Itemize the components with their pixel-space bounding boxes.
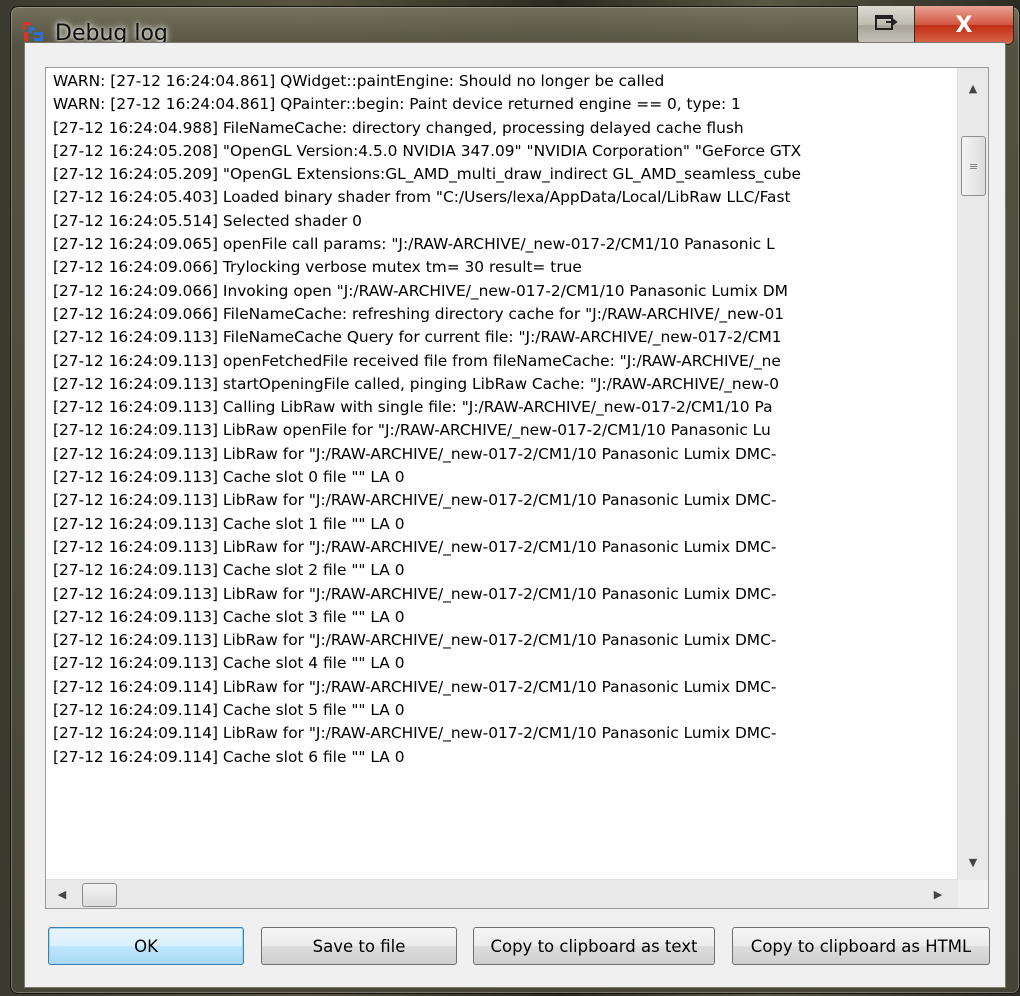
horizontal-scrollbar[interactable]: ◀ ▶ [46,879,958,908]
log-line: [27-12 16:24:09.114] Cache slot 6 file "… [53,747,405,766]
log-line: [27-12 16:24:09.066] Trylocking verbose … [53,258,582,277]
grip-icon: ≡ [968,159,979,173]
log-line: [27-12 16:24:09.113] LibRaw for "J:/RAW-… [53,584,777,603]
scroll-up-arrow-icon[interactable]: ▲ [958,74,988,102]
vertical-scrollbar[interactable]: ▲ ≡ ▼ [957,68,988,880]
log-line: [27-12 16:24:09.113] Cache slot 2 file "… [53,561,405,580]
scroll-left-arrow-icon[interactable]: ◀ [48,880,76,908]
log-line: [27-12 16:24:09.066] FileNameCache: refr… [53,304,785,323]
close-icon: X [955,12,973,38]
restore-window-icon [874,14,898,36]
dialog-client-area: WARN: [27-12 16:24:04.861] QWidget::pain… [24,42,1006,988]
horizontal-scroll-thumb[interactable] [82,883,117,907]
scroll-right-arrow-icon[interactable]: ▶ [924,880,952,908]
log-line: [27-12 16:24:09.114] Cache slot 5 file "… [53,701,405,720]
log-line: [27-12 16:24:05.514] Selected shader 0 [53,211,362,230]
log-line: [27-12 16:24:09.113] Cache slot 0 file "… [53,468,405,487]
log-line: [27-12 16:24:09.113] LibRaw openFile for… [53,421,771,440]
log-line: [27-12 16:24:09.114] LibRaw for "J:/RAW-… [53,724,777,743]
copy-as-text-button[interactable]: Copy to clipboard as text [473,927,715,965]
log-text-area[interactable]: WARN: [27-12 16:24:04.861] QWidget::pain… [45,67,989,909]
log-line: [27-12 16:24:09.113] FileNameCache Query… [53,328,782,347]
log-line: [27-12 16:24:09.113] Calling LibRaw with… [53,398,773,417]
log-line: [27-12 16:24:05.403] Loaded binary shade… [53,188,791,207]
save-to-file-button[interactable]: Save to file [261,927,457,965]
log-line: [27-12 16:24:09.114] LibRaw for "J:/RAW-… [53,677,777,696]
log-line: [27-12 16:24:09.113] LibRaw for "J:/RAW-… [53,631,777,650]
log-lines[interactable]: WARN: [27-12 16:24:04.861] QWidget::pain… [46,68,958,880]
scroll-down-arrow-icon[interactable]: ▼ [958,848,988,876]
log-line: [27-12 16:24:05.208] "OpenGL Version:4.5… [53,141,802,160]
app-logo-icon[interactable] [21,19,45,43]
log-line: WARN: [27-12 16:24:04.861] QWidget::pain… [53,72,665,90]
log-line: [27-12 16:24:09.113] startOpeningFile ca… [53,374,780,393]
log-line: [27-12 16:24:09.113] Cache slot 3 file "… [53,607,405,626]
log-line: WARN: [27-12 16:24:04.861] QPainter::beg… [53,95,741,114]
scrollbar-corner [958,880,988,908]
log-line: [27-12 16:24:09.065] openFile call param… [53,235,775,254]
log-line: [27-12 16:24:09.113] Cache slot 1 file "… [53,514,405,533]
log-line: [27-12 16:24:09.113] Cache slot 4 file "… [53,654,405,673]
restore-button[interactable] [857,6,915,45]
log-line: [27-12 16:24:04.988] FileNameCache: dire… [53,118,744,137]
log-line: [27-12 16:24:09.066] Invoking open "J:/R… [53,281,788,300]
ok-button[interactable]: OK [48,927,244,965]
log-line: [27-12 16:24:09.113] LibRaw for "J:/RAW-… [53,491,777,510]
vertical-scroll-thumb[interactable]: ≡ [961,136,986,196]
copy-as-html-button[interactable]: Copy to clipboard as HTML [732,927,990,965]
log-line: [27-12 16:24:09.113] openFetchedFile rec… [53,351,781,370]
close-button[interactable]: X [914,6,1014,45]
debug-log-window: Debug log X WARN: [27-12 16:24:04.861] Q… [10,6,1020,994]
log-line: [27-12 16:24:09.113] LibRaw for "J:/RAW-… [53,537,777,556]
log-line: [27-12 16:24:05.209] "OpenGL Extensions:… [53,165,801,184]
log-line: [27-12 16:24:09.113] LibRaw for "J:/RAW-… [53,444,777,463]
